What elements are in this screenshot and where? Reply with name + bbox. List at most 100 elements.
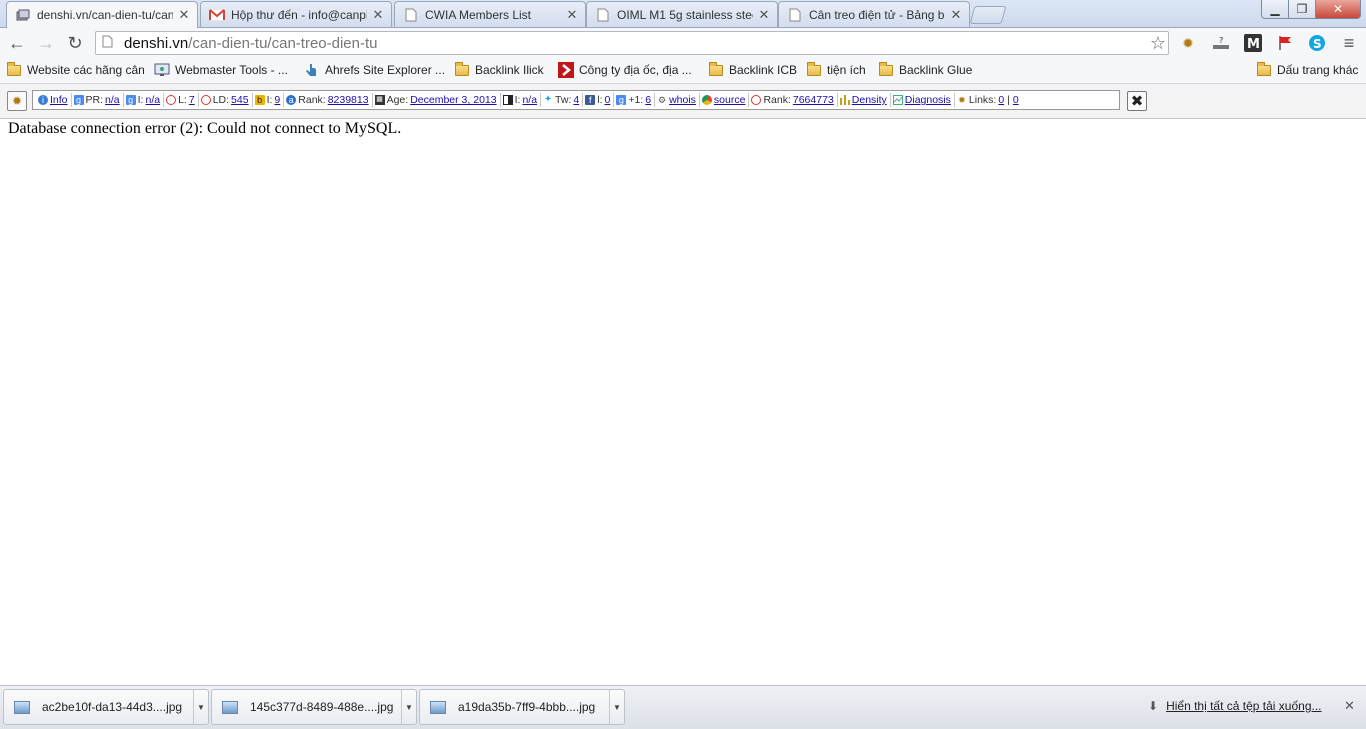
bookmark-label: Ahrefs Site Explorer ... <box>325 63 446 77</box>
bookmark-label: Backlink Ilick <box>475 63 544 77</box>
bookmark-item[interactable]: Backlink Glue <box>878 61 972 79</box>
rank2-label: Rank: <box>763 94 791 106</box>
pr-value[interactable]: n/a <box>105 94 120 106</box>
l-value[interactable]: 7 <box>189 94 195 106</box>
dropdown-arrow-icon[interactable]: ▼ <box>193 690 208 724</box>
bookmark-item[interactable]: tiện ích <box>806 61 866 79</box>
tab-cwia[interactable]: CWIA Members List ✕ <box>394 1 586 27</box>
reload-button[interactable]: ↻ <box>63 31 87 55</box>
tab-denshi[interactable]: denshi.vn/can-dien-tu/can-treo-dien-tu ✕ <box>6 1 198 28</box>
shelf-close-icon[interactable]: ✕ <box>1344 698 1355 714</box>
show-all-downloads-link[interactable]: Hiển thị tất cả tệp tải xuống... <box>1166 699 1321 713</box>
density-link[interactable]: Density <box>852 94 887 106</box>
flag-extension-icon[interactable] <box>1274 32 1296 54</box>
bookmark-item[interactable]: Webmaster Tools - ... <box>154 61 288 79</box>
bookmark-item[interactable]: Website các hãng cân <box>6 61 145 79</box>
skype-icon[interactable]: S <box>1306 32 1328 54</box>
bookmark-item[interactable]: Công ty địa ốc, địa ... <box>558 61 692 79</box>
bar-chart-icon <box>839 95 850 105</box>
folder-icon <box>708 61 724 77</box>
gi-label: I: <box>137 94 144 106</box>
bookmark-label: Website các hãng cân <box>27 63 145 77</box>
folder-icon <box>806 61 822 77</box>
download-filename: 145c377d-8489-488e....jpg <box>250 700 394 714</box>
download-item[interactable]: ac2be10f-da13-44d3....jpg ▼ <box>3 689 209 725</box>
seo-age: ▦ Age: December 3, 2013 <box>373 93 501 107</box>
google-icon: g <box>125 95 136 105</box>
bookmark-item[interactable]: Backlink ICB <box>708 61 797 79</box>
tab-close-icon[interactable]: ✕ <box>757 7 771 23</box>
chrome-icon <box>701 95 712 105</box>
seo-close-button[interactable]: ✖ <box>1127 91 1147 111</box>
download-item[interactable]: 145c377d-8489-488e....jpg ▼ <box>211 689 417 725</box>
links-external[interactable]: 0 <box>1013 94 1019 106</box>
tab-can-treo[interactable]: Cân treo điện tử - Bảng báo giá ✕ <box>778 1 970 27</box>
bi-value[interactable]: 9 <box>274 94 280 106</box>
download-item[interactable]: a19da35b-7ff9-4bbb....jpg ▼ <box>419 689 625 725</box>
calendar-icon: ▦ <box>374 95 385 105</box>
ld-value[interactable]: 545 <box>231 94 249 106</box>
seo-google-plus: g +1: 6 <box>614 93 656 107</box>
bookmark-star-icon[interactable]: ☆ <box>1150 33 1166 54</box>
age-label: Age: <box>386 94 409 106</box>
seo-linking-domains: LD: 545 <box>199 93 253 107</box>
download-filename: a19da35b-7ff9-4bbb....jpg <box>458 700 596 714</box>
page-icon <box>787 7 803 23</box>
seo-whois: ⚙ whois <box>655 93 700 107</box>
fb-value[interactable]: 0 <box>604 94 610 106</box>
menu-icon[interactable]: ≡ <box>1338 32 1360 54</box>
seo-density: Density <box>838 93 891 107</box>
seo-settings-button[interactable]: ✹ <box>7 91 27 111</box>
dropdown-arrow-icon[interactable]: ▼ <box>401 690 416 724</box>
tab-close-icon[interactable]: ✕ <box>565 7 579 23</box>
di-value[interactable]: n/a <box>522 94 537 106</box>
seo-alexa-rank: a Rank: 8239813 <box>284 93 373 107</box>
dropdown-arrow-icon[interactable]: ▼ <box>609 690 624 724</box>
restore-icon: ❐ <box>1296 2 1308 16</box>
bookmark-item[interactable]: Ahrefs Site Explorer ... <box>304 61 445 79</box>
diagnosis-link[interactable]: Diagnosis <box>905 94 951 106</box>
tab-gmail[interactable]: Hộp thư đến - info@canphuongdong.vn ✕ <box>200 1 392 27</box>
tab-close-icon[interactable]: ✕ <box>177 7 191 23</box>
forward-button[interactable]: → <box>34 31 58 55</box>
info-link[interactable]: Info <box>50 94 68 106</box>
restore-button[interactable]: ❐ <box>1288 0 1316 19</box>
rank-value[interactable]: 8239813 <box>328 94 369 106</box>
image-file-icon <box>222 700 238 714</box>
download-shelf: ac2be10f-da13-44d3....jpg ▼ 145c377d-848… <box>0 685 1366 729</box>
tw-value[interactable]: 4 <box>573 94 579 106</box>
other-bookmarks[interactable]: Dấu trang khác <box>1256 61 1358 79</box>
window-close-button[interactable]: ✕ <box>1315 0 1361 19</box>
seo-toolbar: ✹ i Info g PR: n/a g I: n/a L: 7 LD: 545… <box>0 84 1366 119</box>
folder-icon <box>6 61 22 77</box>
back-button[interactable]: ← <box>5 31 29 55</box>
image-file-icon <box>14 700 30 714</box>
whois-link[interactable]: whois <box>669 94 696 106</box>
close-icon: ✖ <box>1130 93 1144 110</box>
bookmarks-bar: Website các hãng cân Webmaster Tools - .… <box>0 58 1366 84</box>
page-stack-icon <box>15 7 31 23</box>
seo-delicious: I: n/a <box>501 93 542 107</box>
rank-label: Rank: <box>298 94 326 106</box>
show-all-downloads[interactable]: ⬇ Hiển thị tất cả tệp tải xuống... <box>1148 699 1322 713</box>
m-extension-icon[interactable]: M <box>1242 32 1264 54</box>
bookmark-item[interactable]: Backlink Ilick <box>454 61 544 79</box>
extension-rank-icon[interactable]: ? <box>1210 32 1232 54</box>
gi-value[interactable]: n/a <box>145 94 160 106</box>
rank2-value[interactable]: 7664773 <box>793 94 834 106</box>
minimize-button[interactable]: ▁ <box>1261 0 1289 19</box>
gp-value[interactable]: 6 <box>645 94 651 106</box>
address-bar[interactable]: denshi.vn/can-dien-tu/can-treo-dien-tu ☆ <box>95 31 1169 55</box>
seoquake-icon[interactable]: ✹ <box>1177 32 1199 54</box>
twitter-icon: ✦ <box>543 94 553 105</box>
tab-oiml[interactable]: OIML M1 5g stainless steel ✕ <box>586 1 778 27</box>
seo-twitter: ✦ Tw: 4 <box>541 93 584 107</box>
tab-close-icon[interactable]: ✕ <box>949 7 963 23</box>
age-value[interactable]: December 3, 2013 <box>410 94 496 106</box>
source-link[interactable]: source <box>714 94 746 106</box>
links-internal[interactable]: 0 <box>998 94 1004 106</box>
tab-close-icon[interactable]: ✕ <box>371 7 385 23</box>
bookmark-label: Backlink Glue <box>899 63 973 77</box>
circle-icon <box>200 95 211 105</box>
new-tab-button[interactable] <box>969 6 1007 24</box>
